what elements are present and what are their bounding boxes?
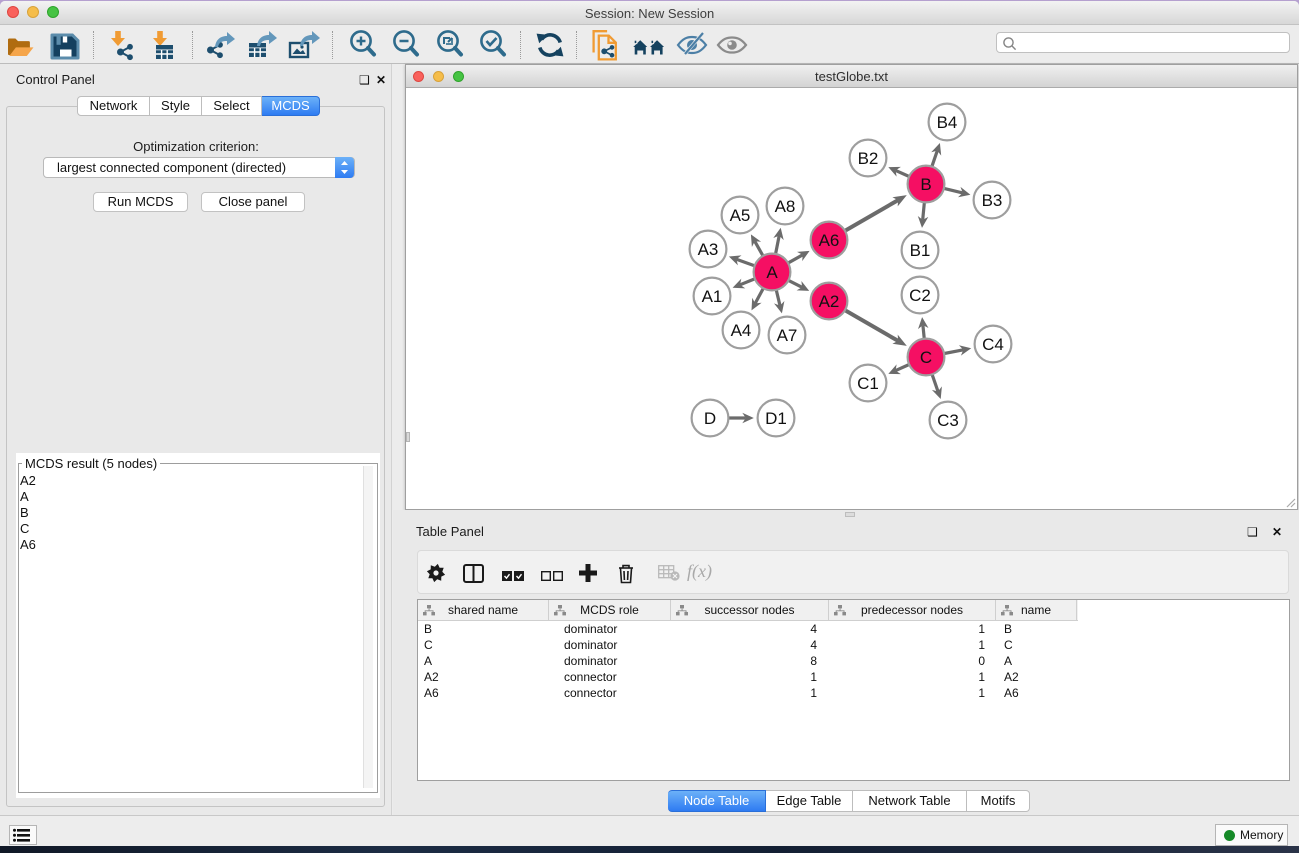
svg-text:A3: A3 [698,240,719,259]
svg-text:A6: A6 [819,231,840,250]
svg-text:B: B [920,175,931,194]
svg-text:A8: A8 [775,197,796,216]
svg-text:A2: A2 [819,292,840,311]
svg-text:A7: A7 [777,326,798,345]
svg-text:A1: A1 [702,287,723,306]
svg-text:C4: C4 [982,335,1004,354]
svg-text:A5: A5 [730,206,751,225]
svg-text:B2: B2 [858,149,879,168]
svg-text:A4: A4 [731,321,752,340]
svg-text:C1: C1 [857,374,879,393]
svg-text:A: A [766,263,778,282]
svg-text:D: D [704,409,716,428]
svg-text:C3: C3 [937,411,959,430]
svg-text:B4: B4 [937,113,958,132]
svg-text:D1: D1 [765,409,787,428]
svg-text:B3: B3 [982,191,1003,210]
svg-text:B1: B1 [910,241,931,260]
svg-text:C2: C2 [909,286,931,305]
svg-text:C: C [920,348,932,367]
